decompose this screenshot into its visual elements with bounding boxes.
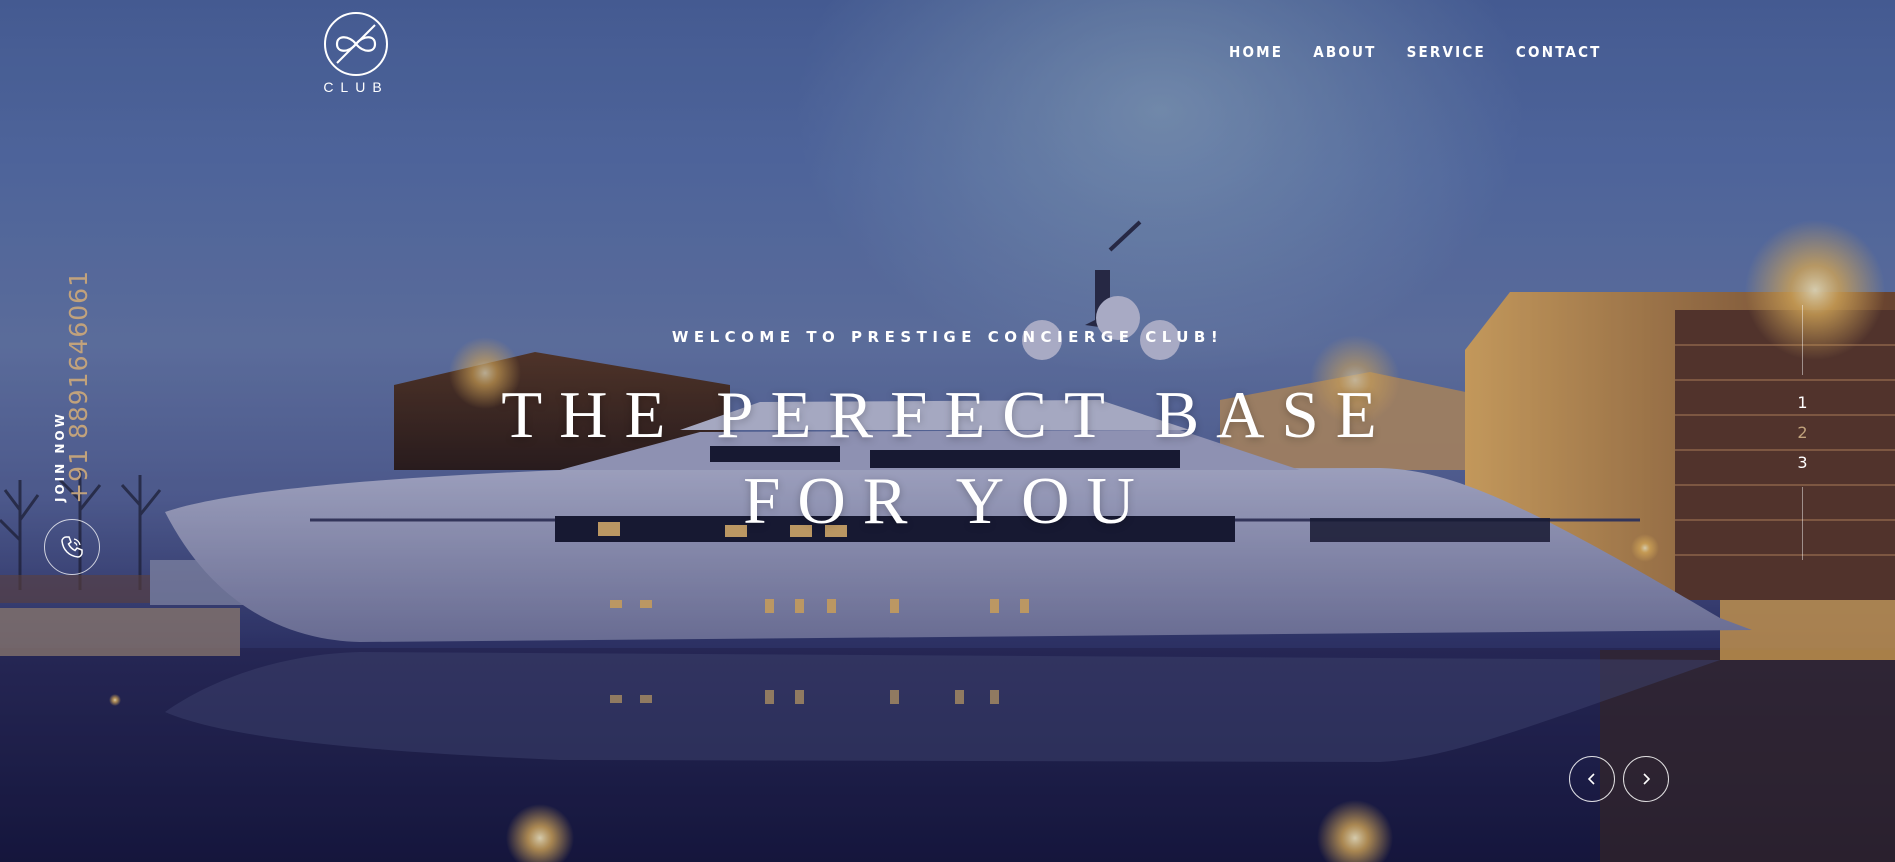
chevron-left-icon <box>1587 773 1595 785</box>
pager-item-1[interactable]: 1 <box>1790 393 1815 412</box>
nav-contact[interactable]: CONTACT <box>1516 43 1602 61</box>
nav-service[interactable]: SERVICE <box>1407 43 1486 61</box>
logo-text: CLUB <box>323 79 389 95</box>
nav-home[interactable]: HOME <box>1229 43 1283 61</box>
slide-pagination: 1 2 3 <box>1790 305 1815 560</box>
club-logo[interactable]: CLUB <box>321 11 391 95</box>
join-now-label[interactable]: JOIN NOW <box>53 411 67 502</box>
infinity-logo-icon <box>324 12 388 76</box>
pager-item-3[interactable]: 3 <box>1790 453 1815 472</box>
hero-kicker: WELCOME TO PRESTIGE CONCIERGE CLUB! <box>671 328 1224 346</box>
nav-about[interactable]: ABOUT <box>1313 43 1376 61</box>
pager-item-2[interactable]: 2 <box>1790 423 1815 442</box>
headline-line-2: FOR YOU <box>743 464 1152 538</box>
phone-call-button[interactable] <box>44 519 100 575</box>
main-nav: HOME ABOUT SERVICE CONTACT <box>1229 43 1602 61</box>
prev-slide-button[interactable] <box>1569 756 1615 802</box>
next-slide-button[interactable] <box>1623 756 1669 802</box>
pager-line-top <box>1802 305 1803 375</box>
headline-line-1: THE PERFECT BASE <box>501 378 1394 452</box>
phone-icon <box>61 536 83 558</box>
pager-line-bottom <box>1802 487 1803 560</box>
hero-headline: THE PERFECT BASE FOR YOU <box>0 372 1895 544</box>
chevron-right-icon <box>1643 773 1651 785</box>
phone-number[interactable]: +91 8891646061 <box>64 270 93 510</box>
